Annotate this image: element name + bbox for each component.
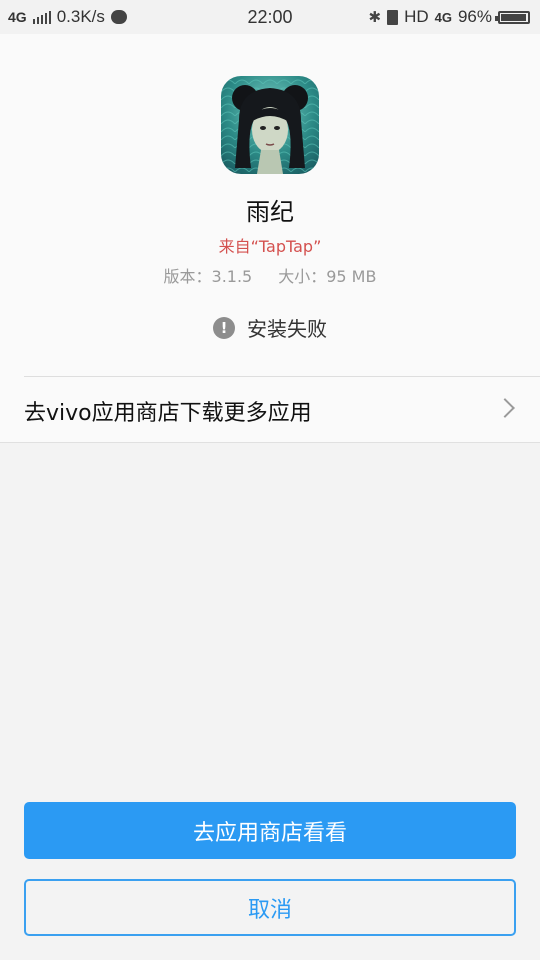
app-info-card: 雨纪 来自“TapTap” 版本：3.1.5 大小：95 MB ! 安装失败 去v…: [0, 34, 540, 442]
status-right: ✱ HD 4G 96%: [368, 7, 530, 27]
app-meta: 版本：3.1.5 大小：95 MB: [0, 263, 540, 287]
cancel-button[interactable]: 取消: [24, 879, 516, 936]
app-source: 来自“TapTap”: [218, 237, 322, 256]
open-app-store-button[interactable]: 去应用商店看看: [24, 802, 516, 859]
vivo-store-link[interactable]: 去vivo应用商店下载更多应用: [0, 377, 540, 442]
sim-icon: [387, 9, 399, 25]
app-name: 雨纪: [246, 198, 294, 226]
battery-percent: 96%: [457, 7, 492, 26]
status-bar: 4G 0.3K/s 22:00 ✱ HD 4G 96%: [0, 0, 540, 34]
app-icon: [221, 76, 319, 174]
hd-label: HD: [404, 7, 429, 26]
vivo-store-link-label: 去vivo应用商店下载更多应用: [24, 401, 312, 426]
warning-icon: !: [213, 316, 235, 339]
app-size: 大小：95 MB: [278, 267, 377, 286]
app-version: 版本：3.1.5: [163, 267, 253, 286]
chevron-right-icon: [495, 398, 515, 418]
battery-icon: [495, 10, 530, 24]
bluetooth-icon: ✱: [368, 9, 382, 26]
network-type-right: 4G: [434, 9, 452, 25]
install-status-text: 安装失败: [247, 317, 327, 341]
divider: [0, 442, 540, 443]
install-status: ! 安装失败: [0, 313, 540, 342]
